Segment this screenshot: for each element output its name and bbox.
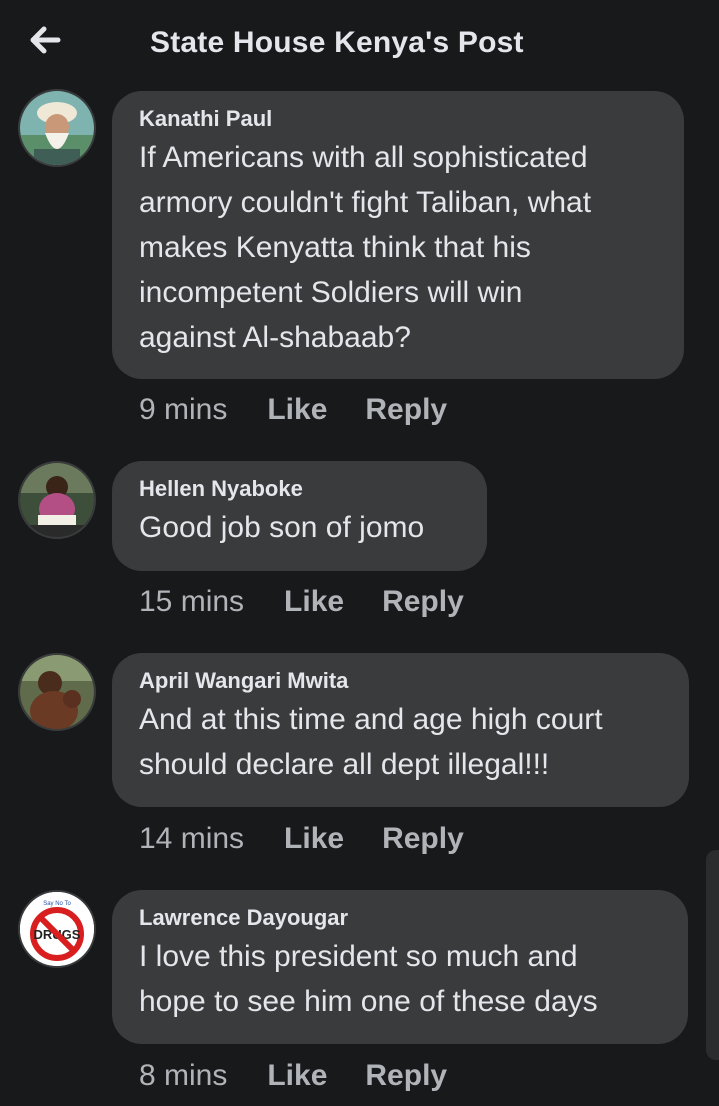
- like-button[interactable]: Like: [284, 585, 344, 619]
- comment-actions: 8 mins Like Reply: [139, 1059, 447, 1093]
- comment-author[interactable]: April Wangari Mwita: [139, 667, 663, 695]
- reply-button[interactable]: Reply: [382, 585, 464, 619]
- like-button[interactable]: Like: [267, 393, 327, 427]
- avatar-caption: Say No To: [43, 901, 71, 907]
- comment-bubble: Kanathi Paul If Americans with all sophi…: [112, 91, 684, 379]
- comment-bubble: Lawrence Dayougar I love this president …: [112, 890, 688, 1044]
- comment-text: I love this president so much and hope t…: [139, 934, 662, 1024]
- comment-line: And at this time and age high court: [139, 703, 603, 736]
- comment-author[interactable]: Lawrence Dayougar: [139, 904, 662, 932]
- comment-line: Good job son of jomo: [139, 511, 425, 544]
- comment-text: And at this time and age high court shou…: [139, 697, 663, 787]
- comment-line: I love this president so much and: [139, 940, 578, 973]
- comment-author[interactable]: Hellen Nyaboke: [139, 475, 461, 503]
- reply-button[interactable]: Reply: [382, 822, 464, 856]
- avatar[interactable]: Say No To DRUGS: [18, 890, 96, 968]
- comment-time[interactable]: 8 mins: [139, 1059, 227, 1093]
- comment-line: incompetent Soldiers will win: [139, 276, 523, 309]
- comment-line: makes Kenyatta think that his: [139, 231, 531, 264]
- comment-actions: 14 mins Like Reply: [139, 822, 464, 856]
- comment-line: should declare all dept illegal!!!: [139, 748, 550, 781]
- comment-actions: 15 mins Like Reply: [139, 585, 464, 619]
- comment-time[interactable]: 15 mins: [139, 585, 244, 619]
- top-bar: State House Kenya's Post: [0, 0, 719, 88]
- scroll-handle[interactable]: [706, 850, 719, 1060]
- comment-time[interactable]: 14 mins: [139, 822, 244, 856]
- avatar[interactable]: [18, 461, 96, 539]
- like-button[interactable]: Like: [284, 822, 344, 856]
- comment-author[interactable]: Kanathi Paul: [139, 105, 658, 133]
- comment-bubble: Hellen Nyaboke Good job son of jomo: [112, 461, 487, 571]
- back-button[interactable]: [24, 22, 68, 58]
- arrow-left-icon: [30, 26, 61, 54]
- like-button[interactable]: Like: [267, 1059, 327, 1093]
- comment-actions: 9 mins Like Reply: [139, 393, 447, 427]
- comment-line: If Americans with all sophisticated: [139, 141, 588, 174]
- comment-text: Good job son of jomo: [139, 505, 461, 550]
- reply-button[interactable]: Reply: [365, 393, 447, 427]
- avatar[interactable]: [18, 89, 96, 167]
- comment-time[interactable]: 9 mins: [139, 393, 227, 427]
- comment-bubble: April Wangari Mwita And at this time and…: [112, 653, 689, 807]
- avatar[interactable]: [18, 653, 96, 731]
- comment-text: If Americans with all sophisticated armo…: [139, 135, 658, 360]
- comment-line: armory couldn't fight Taliban, what: [139, 186, 592, 219]
- comment-line: against Al-shabaab?: [139, 321, 411, 354]
- reply-button[interactable]: Reply: [365, 1059, 447, 1093]
- page-title: State House Kenya's Post: [150, 26, 524, 59]
- comment-line: hope to see him one of these days: [139, 985, 598, 1018]
